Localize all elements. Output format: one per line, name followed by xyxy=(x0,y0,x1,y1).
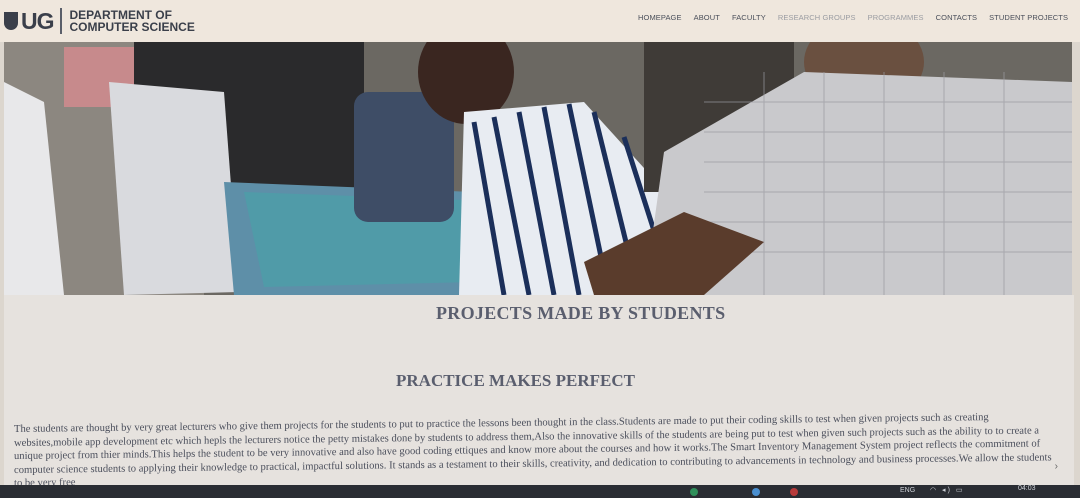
description-paragraph: The students are thought by very great l… xyxy=(14,412,1052,490)
app-blue-icon[interactable] xyxy=(752,488,760,496)
system-tray-icons[interactable]: ◠ ◂) ▭ xyxy=(930,486,964,494)
app-green-icon[interactable] xyxy=(690,488,698,496)
nav-about[interactable]: ABOUT xyxy=(694,13,720,22)
department-name-line2: COMPUTER SCIENCE xyxy=(69,20,195,34)
nav-student-projects[interactable]: STUDENT PROJECTS xyxy=(989,13,1068,22)
ug-logo-mark: UG xyxy=(0,8,62,34)
language-indicator[interactable]: ENG xyxy=(900,487,915,494)
logo-initials: UG xyxy=(21,8,54,34)
page-title: PROJECTS MADE BY STUDENTS xyxy=(436,303,726,323)
students-working-photo xyxy=(4,42,1072,295)
nav-faculty[interactable]: FACULTY xyxy=(732,13,766,22)
section-subtitle: PRACTICE MAKES PERFECT xyxy=(396,371,635,390)
os-taskbar: ENG ◠ ◂) ▭ 04:03 xyxy=(0,485,1080,498)
hero-banner-image xyxy=(4,42,1072,295)
department-name: DEPARTMENT OF COMPUTER SCIENCE xyxy=(70,9,195,33)
nav-programmes[interactable]: PROGRAMMES xyxy=(868,13,924,22)
nav-contacts[interactable]: CONTACTS xyxy=(936,13,978,22)
projects-section: PROJECTS MADE BY STUDENTS PRACTICE MAKES… xyxy=(4,295,1074,489)
main-navigation: HOMEPAGE ABOUT FACULTY RESEARCH GROUPS P… xyxy=(638,13,1068,22)
nav-research-groups[interactable]: RESEARCH GROUPS xyxy=(778,13,856,22)
shield-icon xyxy=(4,12,18,30)
app-red-icon[interactable] xyxy=(790,488,798,496)
nav-homepage[interactable]: HOMEPAGE xyxy=(638,13,682,22)
department-logo[interactable]: UG DEPARTMENT OF COMPUTER SCIENCE xyxy=(0,8,195,34)
site-header: UG DEPARTMENT OF COMPUTER SCIENCE HOMEPA… xyxy=(0,0,1080,42)
system-clock[interactable]: 04:03 xyxy=(1018,485,1036,492)
scroll-right-icon[interactable]: › xyxy=(1055,461,1058,472)
